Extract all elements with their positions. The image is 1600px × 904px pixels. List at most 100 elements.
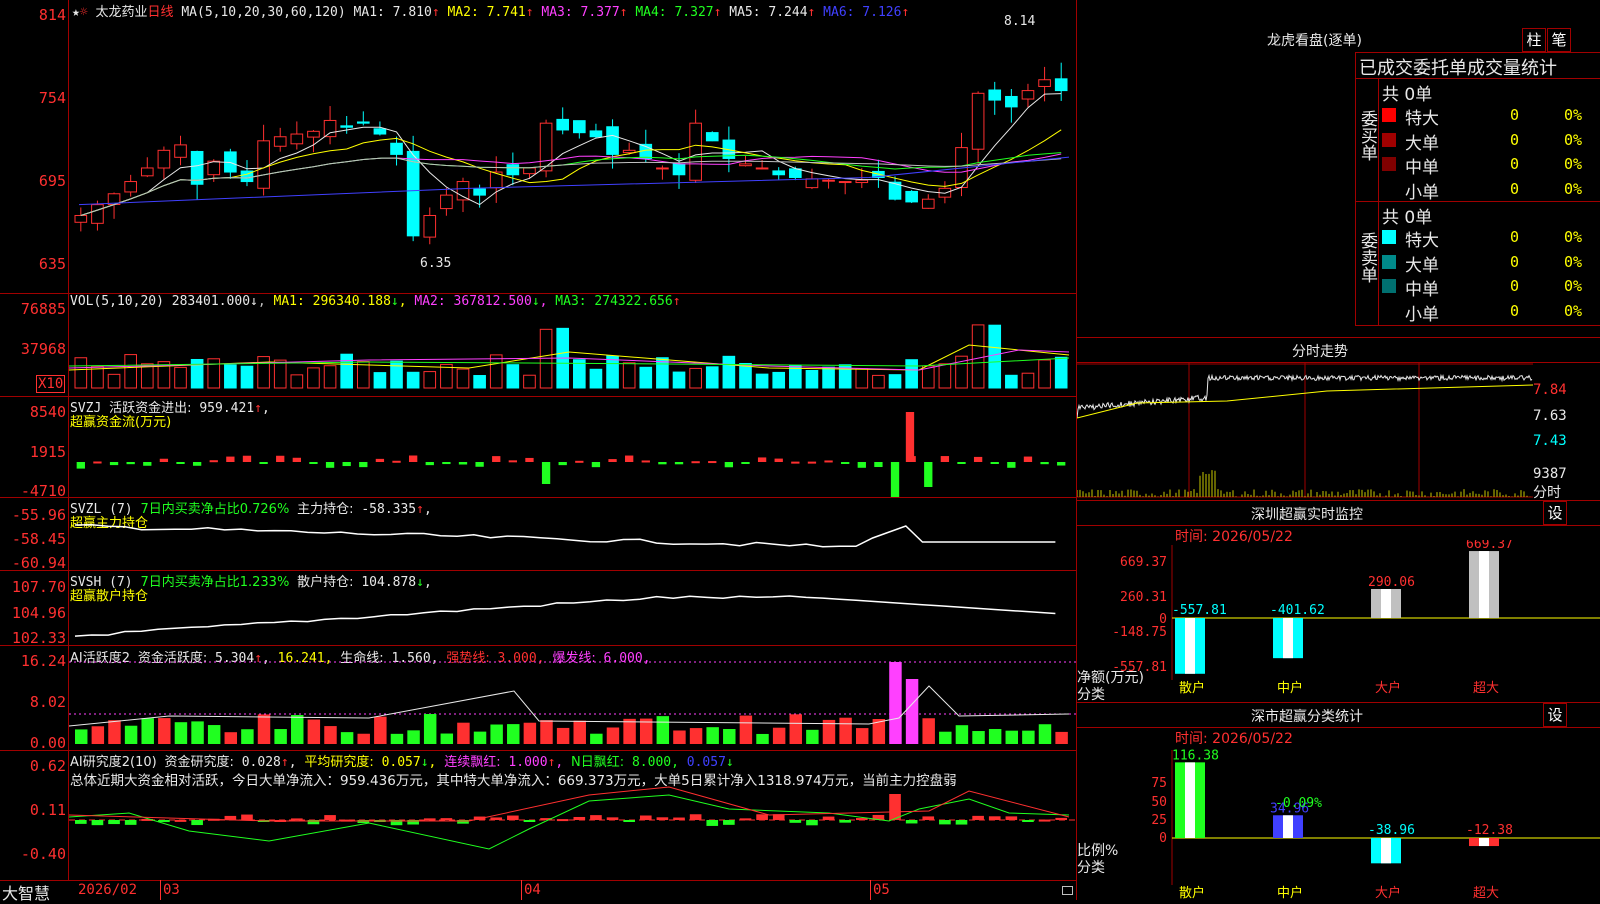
- category-label: 超大: [1473, 681, 1499, 696]
- bar-view-button[interactable]: 柱: [1522, 28, 1546, 52]
- volume-bar: [1005, 374, 1018, 389]
- candlestick-chart[interactable]: [69, 0, 1076, 292]
- ai1-chart[interactable]: [69, 646, 1076, 750]
- order-row: 小单 0 0%: [1380, 178, 1600, 203]
- sell-side-label: 委卖单: [1357, 232, 1377, 283]
- svzj-tick: 8540: [29, 403, 66, 421]
- research-bar: [905, 820, 918, 824]
- candle-body: [307, 130, 320, 138]
- y-tick: 669.37: [1120, 555, 1167, 570]
- volume-bar: [473, 375, 486, 389]
- ai2-tick: 0.11: [29, 801, 66, 819]
- flow-bar: [325, 462, 335, 468]
- volume-bar: [257, 356, 270, 389]
- activity-bar: [673, 730, 686, 744]
- order-pct: 0%: [1564, 155, 1583, 173]
- svsh-tick: 104.96: [11, 604, 66, 622]
- order-count: 0: [1510, 155, 1520, 173]
- flow-bar: [1007, 462, 1016, 468]
- order-color-swatch: [1382, 132, 1396, 147]
- candle-body: [573, 120, 586, 134]
- ai1-tick: 0.00: [29, 734, 66, 752]
- category-label: 大户: [1375, 680, 1401, 696]
- sz-class-title: 深市超赢分类统计: [1251, 709, 1363, 725]
- activity-bar: [274, 729, 287, 744]
- flow-bar: [905, 412, 915, 462]
- vol-tick: 76885: [20, 300, 66, 318]
- flow-bar: [990, 462, 999, 464]
- candle-body: [672, 163, 686, 176]
- volume-chart[interactable]: [69, 300, 1076, 396]
- right-panel: 龙虎看盘(逐单) 柱 笔 已成交委托单成交量统计 委买单 共 0单 特大 0 0% 大…: [1077, 0, 1600, 900]
- left-chart-area[interactable]: 814 754 695 635 ★☼ 太龙药业日线 MA(5,10,20,30,…: [0, 0, 1077, 903]
- intraday-price: 7.43: [1533, 433, 1567, 449]
- order-count: 0: [1510, 106, 1520, 124]
- activity-bar: [573, 720, 586, 744]
- svzl-tick: -55.96: [11, 506, 66, 524]
- candle-body: [556, 118, 570, 131]
- order-pct: 0%: [1564, 277, 1583, 295]
- research-bar: [739, 818, 752, 821]
- research-bar: [357, 820, 370, 824]
- candle-body: [190, 150, 204, 185]
- candle-body: [506, 164, 520, 176]
- flow-bar: [1040, 462, 1049, 465]
- activity-bar: [457, 722, 470, 744]
- flow-bar: [1057, 462, 1066, 466]
- research-bar: [523, 820, 536, 822]
- order-color-swatch: [1382, 279, 1396, 293]
- y-tick: 75: [1151, 776, 1167, 791]
- flow-bar: [359, 462, 368, 468]
- svzl-chart[interactable]: [69, 498, 1076, 570]
- flow-bar: [824, 460, 833, 463]
- volume-bar: [772, 371, 786, 389]
- category-label: 大户: [1375, 885, 1401, 900]
- volume-bar: [107, 373, 121, 389]
- research-bar: [656, 817, 669, 820]
- activity-bar: [141, 718, 154, 744]
- order-row: 小单 0 0%: [1380, 300, 1600, 325]
- activity-bar: [75, 729, 88, 744]
- flow-bar: [724, 462, 734, 468]
- y-tick: 25: [1151, 813, 1167, 828]
- candle-body: [656, 167, 669, 170]
- flow-bar: [1023, 456, 1033, 462]
- sz-monitor-settings-button[interactable]: 设: [1543, 501, 1567, 525]
- order-pct: 0%: [1564, 130, 1583, 149]
- price-tick: 754: [38, 89, 66, 107]
- volume-bar: [489, 354, 503, 389]
- activity-bar: [340, 732, 354, 744]
- flow-bar: [375, 458, 385, 462]
- sz-monitor-chart[interactable]: 669.37260.310-148.75-557.81-557.81散户-401…: [1077, 540, 1600, 702]
- volume-bar: [423, 371, 437, 389]
- candle-body: [855, 179, 869, 184]
- candle-body: [91, 204, 104, 224]
- research-bar: [1005, 816, 1018, 820]
- ai2-chart[interactable]: [69, 751, 1076, 880]
- activity-bar: [706, 727, 719, 744]
- svsh-chart[interactable]: [69, 571, 1076, 645]
- activity-bar: [889, 662, 902, 744]
- activity-bar: [124, 725, 138, 744]
- candle-body: [523, 167, 536, 175]
- activity-bar: [440, 733, 454, 744]
- sz-class-settings-button[interactable]: 设: [1543, 703, 1567, 727]
- flow-bar: [625, 455, 634, 462]
- candle-body: [822, 179, 835, 182]
- activity-bar: [241, 729, 254, 744]
- bar-highlight: [1381, 588, 1391, 618]
- volume-bar: [639, 366, 653, 389]
- research-bar: [1055, 817, 1068, 820]
- tick-view-button[interactable]: 笔: [1547, 28, 1571, 52]
- order-row: 中单 0 0%: [1380, 153, 1600, 178]
- brand-logo[interactable]: 大智慧: [2, 880, 50, 904]
- intraday-chart[interactable]: [1077, 363, 1533, 498]
- axis-month: 04: [524, 882, 541, 898]
- volume-bar: [938, 363, 952, 389]
- research-line: [69, 786, 1070, 822]
- flow-bar: [458, 462, 468, 465]
- lock-icon[interactable]: [1062, 886, 1073, 895]
- svzj-chart[interactable]: [69, 398, 1076, 497]
- sz-class-chart[interactable]: 7550250116.38散户34.96中户-38.96大户-12.38超大-0…: [1077, 745, 1600, 900]
- volume-bar: [523, 374, 536, 389]
